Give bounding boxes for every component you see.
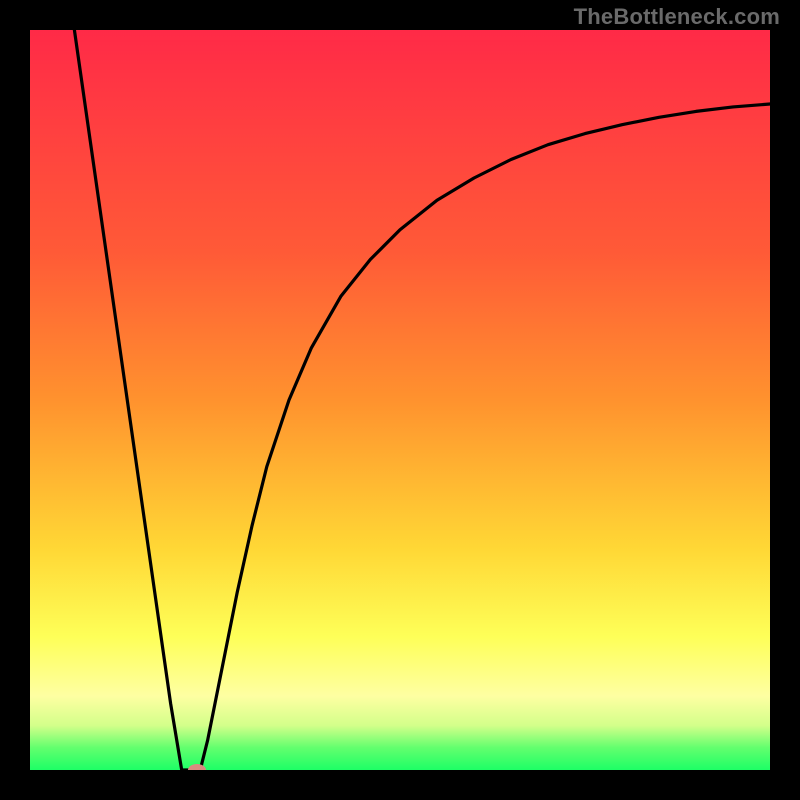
chart-frame: TheBottleneck.com — [0, 0, 800, 800]
plot-area — [30, 30, 770, 770]
optimal-point-marker — [188, 764, 206, 770]
bottleneck-curve — [30, 30, 770, 770]
watermark-text: TheBottleneck.com — [574, 4, 780, 30]
